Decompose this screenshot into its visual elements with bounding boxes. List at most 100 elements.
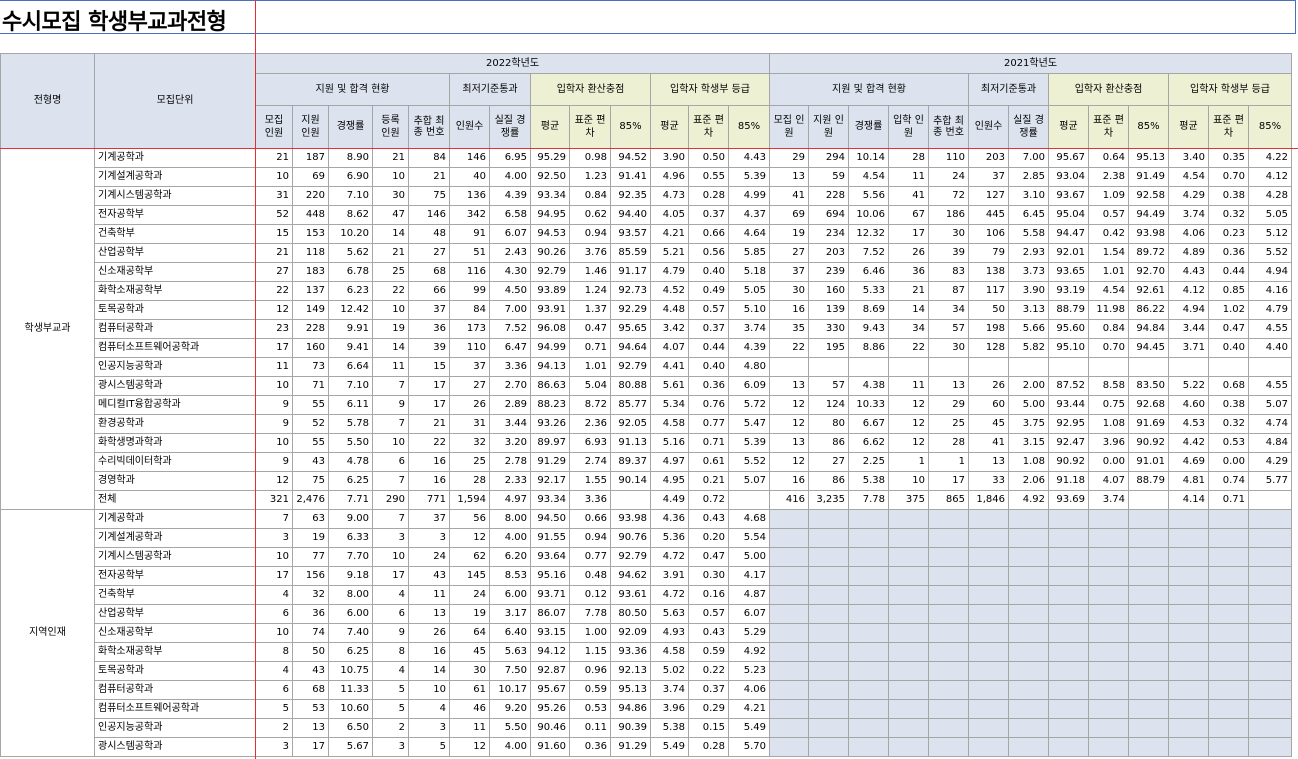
value-cell[interactable]: 12 bbox=[449, 737, 490, 757]
value-cell[interactable]: 4.48 bbox=[650, 300, 689, 320]
value-cell[interactable]: 11 bbox=[888, 376, 929, 396]
value-cell[interactable]: 195 bbox=[808, 338, 849, 358]
value-cell[interactable]: 0.43 bbox=[688, 509, 729, 529]
value-cell[interactable]: 47 bbox=[372, 205, 409, 225]
value-cell[interactable]: 7.71 bbox=[328, 490, 373, 510]
value-cell[interactable]: 0.77 bbox=[569, 547, 611, 567]
value-cell[interactable]: 0.23 bbox=[1208, 224, 1249, 244]
value-cell[interactable]: 88.23 bbox=[530, 395, 570, 415]
value-cell[interactable]: 4.29 bbox=[1248, 452, 1292, 472]
value-cell[interactable]: 6.90 bbox=[328, 167, 373, 187]
value-cell[interactable]: 10.17 bbox=[489, 680, 531, 700]
value-cell[interactable]: 79 bbox=[968, 243, 1009, 263]
empty-cell[interactable] bbox=[769, 528, 809, 548]
unit-cell[interactable]: 신소재공학부 bbox=[94, 262, 256, 282]
value-cell[interactable]: 1 bbox=[888, 452, 929, 472]
value-cell[interactable]: 12 bbox=[769, 414, 809, 434]
value-cell[interactable] bbox=[848, 357, 889, 377]
unit-cell[interactable]: 경영학과 bbox=[94, 471, 256, 491]
empty-cell[interactable] bbox=[968, 509, 1009, 529]
value-cell[interactable]: 94.64 bbox=[610, 338, 651, 358]
value-cell[interactable]: 94.84 bbox=[1128, 319, 1169, 339]
value-cell[interactable]: 30 bbox=[769, 281, 809, 301]
header-sub-9[interactable]: 85% bbox=[610, 105, 651, 149]
value-cell[interactable]: 0.37 bbox=[688, 680, 729, 700]
value-cell[interactable]: 92.95 bbox=[1048, 414, 1089, 434]
value-cell[interactable]: 19 bbox=[372, 319, 409, 339]
empty-cell[interactable] bbox=[968, 585, 1009, 605]
value-cell[interactable]: 0.22 bbox=[688, 661, 729, 681]
empty-cell[interactable] bbox=[888, 604, 929, 624]
value-cell[interactable]: 5.52 bbox=[1248, 243, 1292, 263]
value-cell[interactable]: 4.05 bbox=[650, 205, 689, 225]
value-cell[interactable]: 4.43 bbox=[1168, 262, 1209, 282]
unit-cell[interactable]: 컴퓨터소프트웨어공학과 bbox=[94, 338, 256, 358]
value-cell[interactable]: 72 bbox=[928, 186, 969, 206]
value-cell[interactable]: 4.79 bbox=[1248, 300, 1292, 320]
value-cell[interactable]: 1.37 bbox=[569, 300, 611, 320]
value-cell[interactable]: 24 bbox=[449, 585, 490, 605]
empty-cell[interactable] bbox=[888, 566, 929, 586]
value-cell[interactable]: 3 bbox=[255, 737, 293, 757]
empty-cell[interactable] bbox=[1128, 680, 1169, 700]
value-cell[interactable]: 80.88 bbox=[610, 376, 651, 396]
value-cell[interactable]: 5.62 bbox=[328, 243, 373, 263]
header-sub-3[interactable]: 등록 인원 bbox=[372, 105, 409, 149]
value-cell[interactable]: 7.10 bbox=[328, 186, 373, 206]
value-cell[interactable]: 3.76 bbox=[569, 243, 611, 263]
empty-cell[interactable] bbox=[848, 699, 889, 719]
value-cell[interactable]: 88.79 bbox=[1128, 471, 1169, 491]
empty-cell[interactable] bbox=[928, 604, 969, 624]
empty-cell[interactable] bbox=[1008, 699, 1049, 719]
value-cell[interactable]: 4.39 bbox=[728, 338, 770, 358]
value-cell[interactable]: 96.08 bbox=[530, 319, 570, 339]
empty-cell[interactable] bbox=[888, 547, 929, 567]
value-cell[interactable]: 87 bbox=[928, 281, 969, 301]
unit-cell[interactable]: 컴퓨터공학과 bbox=[94, 319, 256, 339]
value-cell[interactable]: 11.98 bbox=[1088, 300, 1129, 320]
empty-cell[interactable] bbox=[1248, 718, 1292, 738]
value-cell[interactable]: 5.38 bbox=[848, 471, 889, 491]
value-cell[interactable]: 89.72 bbox=[1128, 243, 1169, 263]
value-cell[interactable]: 10 bbox=[408, 680, 450, 700]
value-cell[interactable]: 92.35 bbox=[610, 186, 651, 206]
value-cell[interactable]: 0.49 bbox=[688, 281, 729, 301]
value-cell[interactable]: 4.39 bbox=[489, 186, 531, 206]
value-cell[interactable]: 22 bbox=[372, 281, 409, 301]
empty-cell[interactable] bbox=[1248, 661, 1292, 681]
value-cell[interactable]: 10 bbox=[255, 623, 293, 643]
value-cell[interactable]: 67 bbox=[888, 205, 929, 225]
header-sub-8[interactable]: 표준 편차 bbox=[1088, 105, 1129, 149]
value-cell[interactable]: 0.70 bbox=[1208, 167, 1249, 187]
unit-cell[interactable]: 전자공학부 bbox=[94, 566, 256, 586]
value-cell[interactable]: 5.70 bbox=[728, 737, 770, 757]
value-cell[interactable]: 4.78 bbox=[328, 452, 373, 472]
value-cell[interactable]: 0.36 bbox=[569, 737, 611, 757]
value-cell[interactable]: 1.00 bbox=[569, 623, 611, 643]
value-cell[interactable]: 0.12 bbox=[569, 585, 611, 605]
value-cell[interactable]: 3.75 bbox=[1008, 414, 1049, 434]
value-cell[interactable]: 4 bbox=[372, 585, 409, 605]
value-cell[interactable]: 5.07 bbox=[728, 471, 770, 491]
value-cell[interactable]: 92.70 bbox=[1128, 262, 1169, 282]
value-cell[interactable]: 21 bbox=[372, 148, 409, 168]
header-sub-12[interactable]: 85% bbox=[728, 105, 770, 149]
empty-cell[interactable] bbox=[1168, 547, 1209, 567]
value-cell[interactable]: 6 bbox=[372, 604, 409, 624]
value-cell[interactable]: 2.38 bbox=[1088, 167, 1129, 187]
value-cell[interactable]: 7 bbox=[372, 509, 409, 529]
value-cell[interactable]: 93.26 bbox=[530, 414, 570, 434]
empty-cell[interactable] bbox=[1008, 680, 1049, 700]
value-cell[interactable]: 6.33 bbox=[328, 528, 373, 548]
value-cell[interactable]: 3.15 bbox=[1008, 433, 1049, 453]
empty-cell[interactable] bbox=[1208, 509, 1249, 529]
empty-cell[interactable] bbox=[888, 623, 929, 643]
value-cell[interactable]: 0.53 bbox=[1208, 433, 1249, 453]
value-cell[interactable]: 80.50 bbox=[610, 604, 651, 624]
value-cell[interactable]: 90.92 bbox=[1048, 452, 1089, 472]
value-cell[interactable]: 5.05 bbox=[1248, 205, 1292, 225]
value-cell[interactable]: 29 bbox=[769, 148, 809, 168]
value-cell[interactable]: 50 bbox=[968, 300, 1009, 320]
empty-cell[interactable] bbox=[1008, 528, 1049, 548]
value-cell[interactable]: 228 bbox=[292, 319, 329, 339]
